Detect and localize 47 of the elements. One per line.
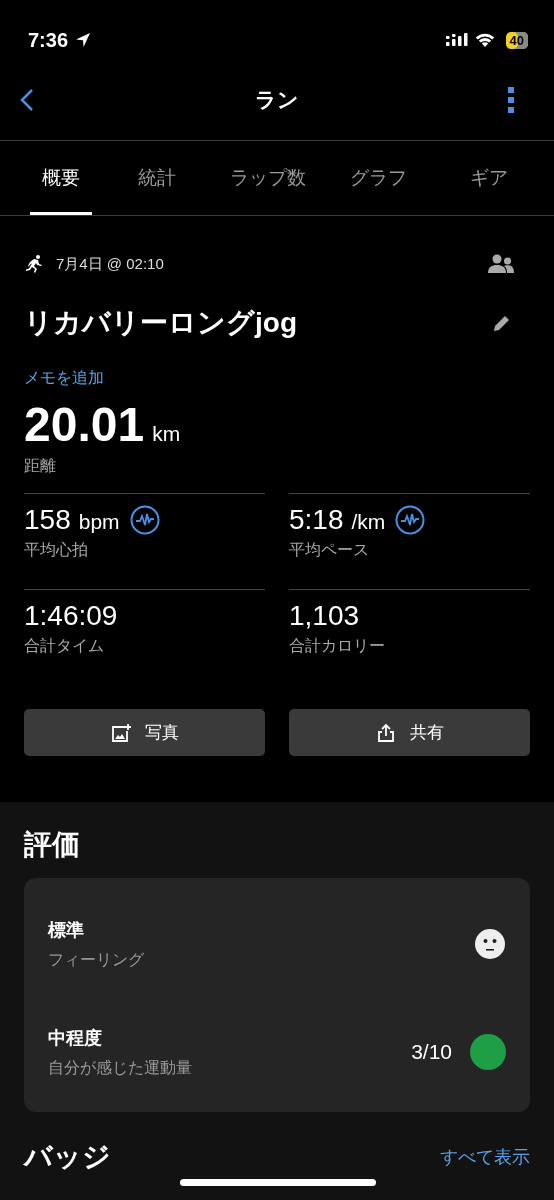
stat-label: 平均ペース (289, 540, 369, 560)
stat-value: 1:46:09 (24, 600, 118, 632)
stat-value: 1,103 (289, 600, 360, 632)
activity-name: リカバリーロングjog (24, 306, 297, 340)
status-time: 7:36 (28, 28, 69, 52)
view-all-link[interactable]: すべて表示 (440, 1145, 530, 1169)
effort-score: 3/10 (411, 1040, 452, 1064)
evaluation-label: 自分が感じた運動量 (48, 1057, 193, 1078)
stat-label: 合計カロリー (289, 636, 385, 656)
pulse-chart-icon[interactable] (395, 505, 426, 535)
people-icon[interactable] (488, 254, 514, 274)
neutral-face-icon (474, 928, 506, 960)
activity-date: 7月4日 @ 02:10 (56, 254, 164, 274)
signal-icon (445, 33, 468, 47)
more-options-icon[interactable] (508, 87, 514, 113)
section-title: 評価 (24, 828, 80, 862)
tab[interactable]: グラフ (323, 141, 434, 215)
stat-unit: /km (351, 510, 386, 534)
battery-level: 40 (505, 31, 528, 49)
photo-button[interactable]: 写真 (24, 709, 265, 756)
wifi-icon (474, 33, 495, 47)
stat-value: 158 (24, 504, 71, 536)
evaluation-label: フィーリング (48, 949, 145, 970)
back-icon[interactable] (20, 88, 34, 112)
tab[interactable]: 統計 (102, 141, 213, 215)
share-icon (375, 722, 396, 743)
stat-label: 平均心拍 (24, 540, 88, 560)
pulse-chart-icon[interactable] (129, 505, 160, 535)
distance-unit: km (152, 422, 181, 446)
tab[interactable]: ラップ数 (212, 141, 323, 215)
distance-value: 20.01 (24, 397, 145, 452)
add-photo-icon (110, 722, 131, 743)
evaluation-value: 標準 (48, 918, 85, 942)
stat-label: 合計タイム (24, 636, 104, 656)
stat-unit: bpm (78, 510, 120, 534)
evaluation-value: 中程度 (48, 1026, 103, 1050)
tab[interactable]: ギア (433, 141, 544, 215)
tab[interactable]: 概要 (30, 141, 92, 215)
location-arrow-icon (75, 32, 92, 48)
pencil-icon[interactable] (492, 313, 512, 333)
stat-value: 5:18 (289, 504, 344, 536)
runner-icon (24, 254, 44, 274)
share-button[interactable]: 共有 (289, 709, 530, 756)
page-title: ラン (255, 87, 299, 113)
add-note-link[interactable]: メモを追加 (24, 368, 104, 389)
section-title: バッジ (24, 1140, 111, 1174)
distance-label: 距離 (24, 456, 56, 476)
